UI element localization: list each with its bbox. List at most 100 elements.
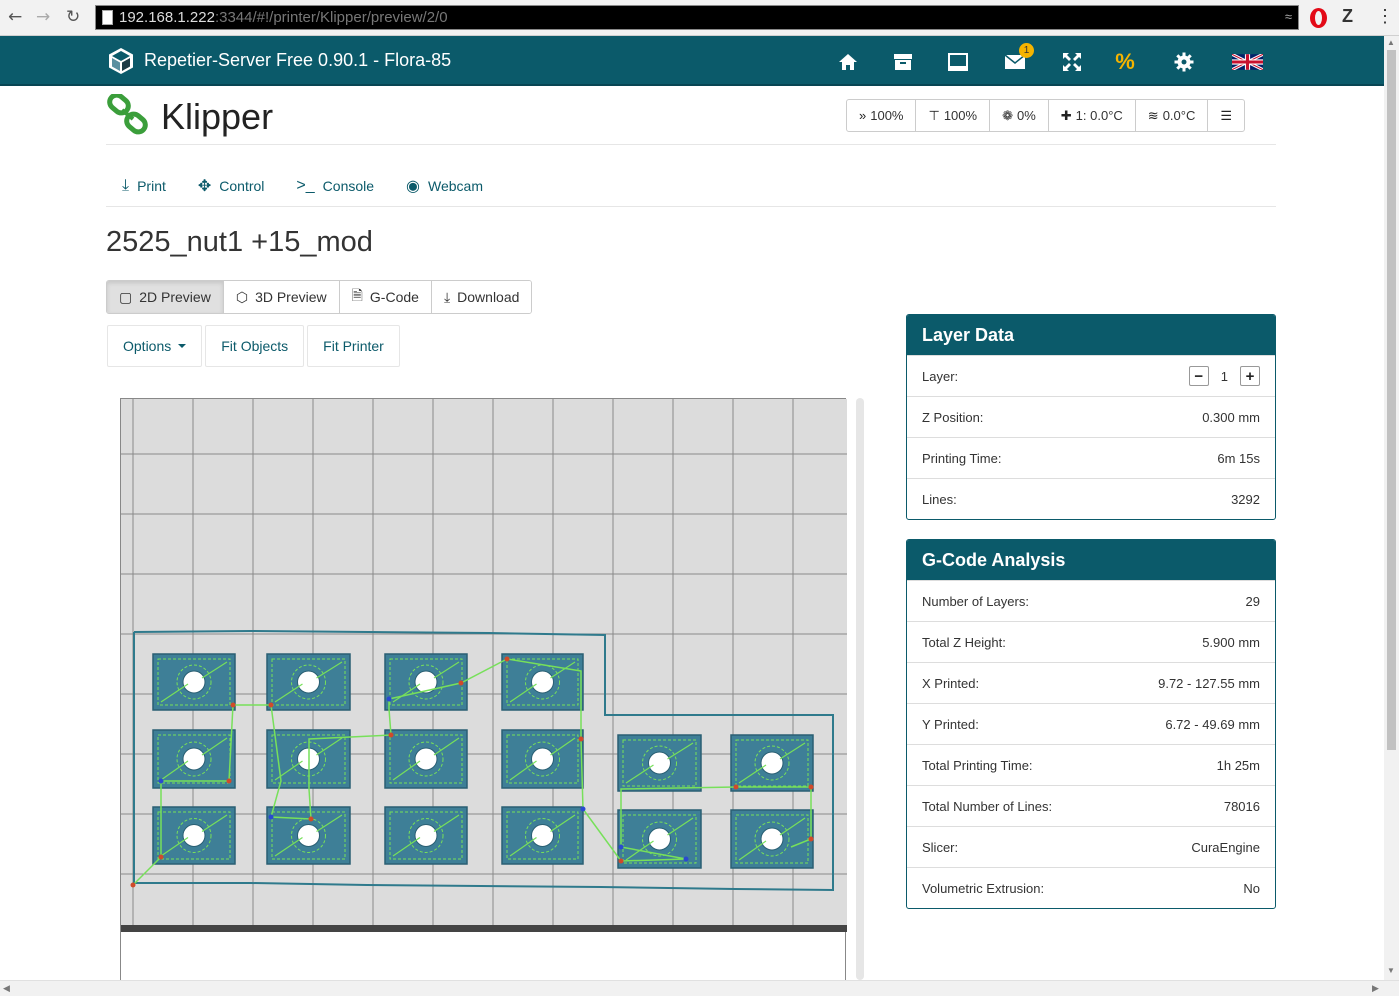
move-icon: ✥ <box>197 178 212 195</box>
analysis-row: Total Number of Lines: 78016 <box>907 785 1275 826</box>
gcode-layer-drawing <box>121 399 847 932</box>
printer-status-bar: » 100% ⊤ 100% ❁ 0% ✚ 1: 0.0°C ≋ 0.0°C ☰ <box>846 99 1246 132</box>
move-point <box>808 836 814 842</box>
reload-icon[interactable]: ↻ <box>66 7 80 27</box>
move-point <box>733 784 739 790</box>
lines-row: Lines: 3292 <box>907 478 1275 519</box>
vertical-scrollbar[interactable]: ▲ ▼ <box>1384 36 1399 980</box>
speed-icon: » <box>859 108 867 123</box>
webcam-icon: ◉ <box>406 178 421 195</box>
move-point <box>130 882 136 888</box>
nut-hole <box>414 824 438 847</box>
speed-status[interactable]: » 100% <box>847 100 917 131</box>
scrollbar-thumb[interactable] <box>1387 50 1396 750</box>
home-icon[interactable] <box>835 49 861 75</box>
nut-hole <box>531 747 554 771</box>
envelope-icon[interactable]: 1 <box>1002 43 1034 75</box>
preview-3d-button[interactable]: ⬡ 3D Preview <box>223 281 340 313</box>
analysis-row: X Printed: 9.72 - 127.55 mm <box>907 662 1275 703</box>
layer-data-title: Layer Data <box>907 315 1275 355</box>
move-point <box>683 856 689 862</box>
tab-console[interactable]: >_ Console <box>280 170 390 202</box>
flow-status[interactable]: ⊤ 100% <box>916 100 991 131</box>
layer-value: 1 <box>1220 368 1228 384</box>
layer-data-panel: Layer Data Layer: − 1 + Z Position: 0.30… <box>906 314 1276 520</box>
heated-bed-icon: ≋ <box>1147 107 1159 123</box>
preview-scrollbar[interactable] <box>856 398 864 980</box>
app-title: Repetier-Server Free 0.90.1 - Flora-85 <box>144 50 452 70</box>
tab-control[interactable]: ✥ Control <box>182 170 281 202</box>
move-point <box>158 778 164 784</box>
fit-printer-button[interactable]: Fit Printer <box>307 325 400 367</box>
analysis-row: Total Printing Time: 1h 25m <box>907 744 1275 785</box>
analysis-row: Slicer: CuraEngine <box>907 826 1275 867</box>
move-point <box>308 816 314 822</box>
analysis-row: Total Z Height: 5.900 mm <box>907 621 1275 662</box>
browser-menu-icon[interactable]: ⋮ <box>1376 6 1394 27</box>
hamburger-icon: ☰ <box>1220 107 1233 123</box>
tab-print[interactable]: ⤓ Print <box>106 170 182 202</box>
scroll-up-icon[interactable]: ▲ <box>1387 38 1395 47</box>
square-icon: ▢ <box>119 288 133 305</box>
gcode-analysis-panel: G-Code Analysis Number of Layers: 29 Tota… <box>906 539 1276 909</box>
z-extension-icon[interactable]: Z <box>1342 6 1353 27</box>
opera-extension-icon[interactable] <box>1310 8 1327 28</box>
preview-2d-canvas[interactable] <box>120 398 847 980</box>
book-icon[interactable] <box>945 49 971 75</box>
download-icon: ⤓ <box>443 288 451 305</box>
move-point <box>580 806 586 812</box>
terminal-icon: >_ <box>296 177 315 194</box>
page-icon <box>102 10 113 25</box>
extruder-status[interactable]: ✚ 1: 0.0°C <box>1049 100 1136 131</box>
tab-webcam[interactable]: ◉ Webcam <box>390 170 499 202</box>
layer-decrement-button[interactable]: − <box>1188 366 1209 386</box>
percent-icon[interactable]: % <box>1112 49 1138 75</box>
keyboard-icon[interactable]: ≈ <box>1285 9 1292 24</box>
download-button[interactable]: ⤓ Download <box>431 281 532 313</box>
divider <box>106 206 1276 207</box>
fullscreen-icon[interactable] <box>1059 49 1085 75</box>
layer-increment-button[interactable]: + <box>1240 366 1260 386</box>
move-point <box>618 858 624 864</box>
uk-flag-icon[interactable] <box>1231 49 1263 75</box>
nut-hole <box>414 747 438 771</box>
menu-button[interactable]: ☰ <box>1208 100 1244 131</box>
scroll-down-icon[interactable]: ▼ <box>1387 966 1395 975</box>
extruder-icon: ✚ <box>1060 107 1072 123</box>
layer-stepper: − 1 + <box>1188 366 1260 386</box>
gcode-button[interactable]: 🗎 G-Code <box>339 281 432 313</box>
move-point <box>268 702 274 708</box>
flow-icon: ⊤ <box>928 107 940 123</box>
preview-options-row: Options Fit Objects Fit Printer <box>107 325 400 367</box>
gear-icon[interactable] <box>1171 49 1197 75</box>
view-button-group: ▢ 2D Preview ⬡ 3D Preview 🗎 G-Code ⤓ Dow… <box>106 280 533 314</box>
url-text: 192.168.1.222:3344/#!/printer/Klipper/pr… <box>119 9 448 26</box>
back-icon[interactable]: ← <box>8 7 22 27</box>
address-bar[interactable]: 192.168.1.222:3344/#!/printer/Klipper/pr… <box>95 5 1299 30</box>
forward-icon[interactable]: → <box>36 7 50 27</box>
nut-hole <box>760 751 784 775</box>
layer-row: Layer: − 1 + <box>907 355 1275 396</box>
file-gcode-icon: 🗎 <box>351 287 363 303</box>
move-point <box>458 680 464 686</box>
preview-2d-button[interactable]: ▢ 2D Preview <box>107 281 224 313</box>
bed-status[interactable]: ≋ 0.0°C <box>1136 100 1209 131</box>
scroll-left-icon[interactable]: ◀ <box>3 983 10 994</box>
archive-icon[interactable] <box>890 49 916 75</box>
nut-hole <box>531 670 554 694</box>
nut-hole <box>182 747 206 771</box>
nut-hole <box>297 670 320 694</box>
options-dropdown[interactable]: Options <box>107 325 203 367</box>
nut-hole <box>648 827 671 851</box>
printer-tabs: ⤓ Print ✥ Control >_ Console ◉ Webcam <box>106 170 499 202</box>
horizontal-scrollbar[interactable]: ◀ ▶ <box>0 980 1399 996</box>
caret-down-icon <box>178 344 187 348</box>
scroll-right-icon[interactable]: ▶ <box>1372 983 1379 994</box>
analysis-row: Y Printed: 6.72 - 49.69 mm <box>907 703 1275 744</box>
move-point <box>386 696 392 702</box>
fit-objects-button[interactable]: Fit Objects <box>205 325 305 367</box>
printer-name: Klipper <box>161 96 274 137</box>
page-title: 2525_nut1 +15_mod <box>106 226 373 258</box>
fan-status[interactable]: ❁ 0% <box>990 100 1049 131</box>
nut-hole <box>182 824 206 847</box>
